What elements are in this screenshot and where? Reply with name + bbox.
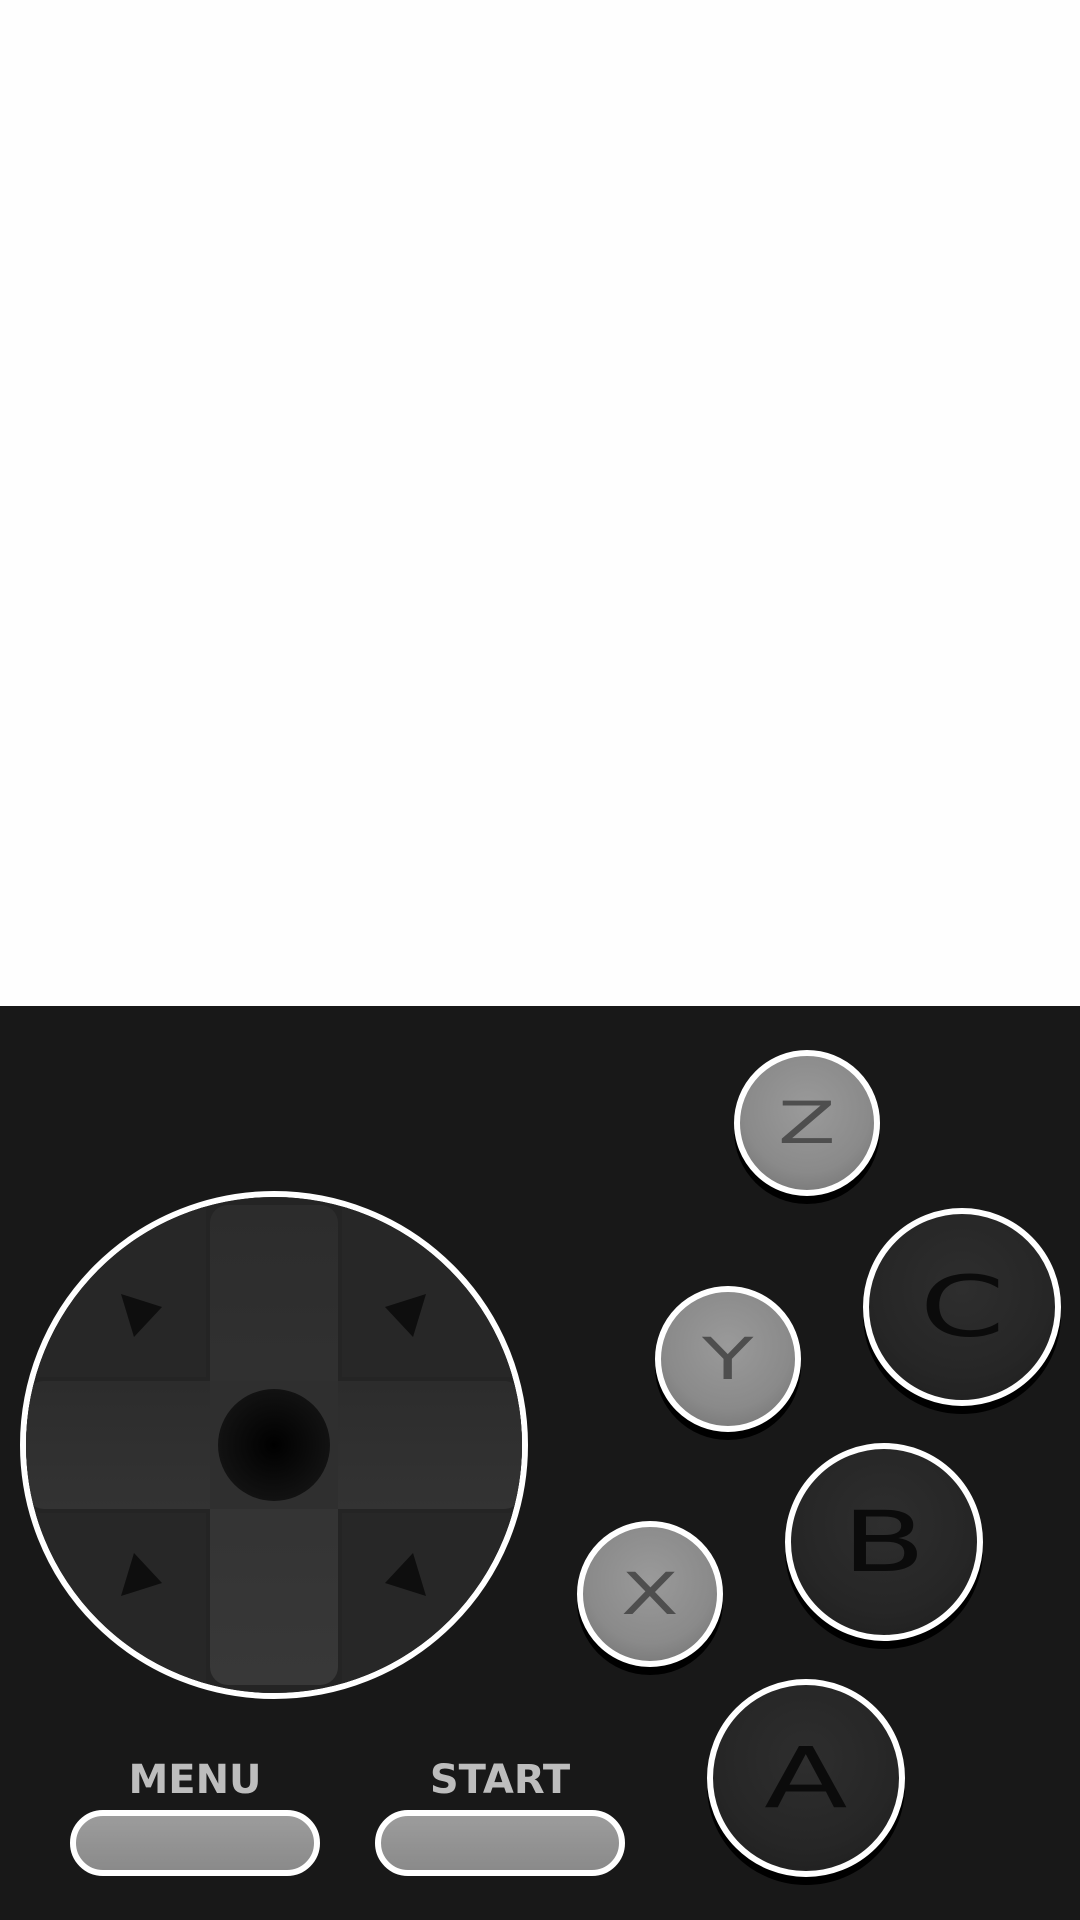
- start-label: START: [429, 1757, 571, 1803]
- game-screen: [0, 0, 1080, 1006]
- start-button[interactable]: [375, 1810, 625, 1876]
- menu-label: MENU: [128, 1757, 262, 1803]
- directional-pad-icon: [26, 1197, 522, 1693]
- dpad[interactable]: [20, 1191, 528, 1699]
- y-button-label: Y: [702, 1325, 754, 1393]
- y-button[interactable]: Y: [655, 1286, 801, 1432]
- b-button-label: B: [842, 1493, 926, 1591]
- z-button-label: Z: [778, 1089, 836, 1157]
- b-button[interactable]: B: [785, 1443, 983, 1641]
- z-button[interactable]: Z: [734, 1050, 880, 1196]
- x-button-label: X: [621, 1560, 679, 1628]
- a-button[interactable]: A: [707, 1679, 905, 1877]
- dpad-center: [218, 1389, 330, 1501]
- c-button-label: C: [919, 1258, 1005, 1356]
- menu-button[interactable]: [70, 1810, 320, 1876]
- x-button[interactable]: X: [577, 1521, 723, 1667]
- a-button-label: A: [764, 1729, 848, 1827]
- c-button[interactable]: C: [863, 1208, 1061, 1406]
